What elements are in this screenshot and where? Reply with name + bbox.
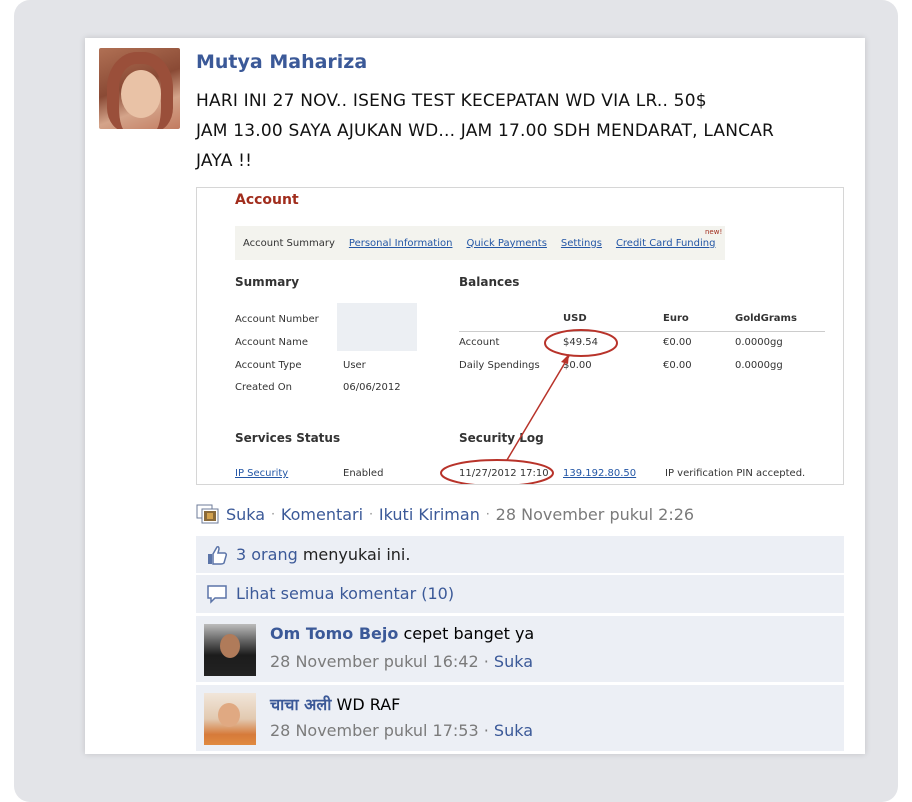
comment-timestamp[interactable]: 28 November pukul 17:53	[270, 721, 479, 740]
post-text-line: JAM 13.00 SAYA AJUKAN WD... JAM 17.00 SD…	[196, 121, 775, 141]
like-link[interactable]: Suka	[226, 505, 265, 524]
post-timestamp[interactable]: 28 November pukul 2:26	[496, 505, 694, 524]
comment-link[interactable]: Komentari	[281, 505, 363, 524]
outer-frame: Mutya Mahariza HARI INI 27 NOV.. ISENG T…	[14, 0, 898, 802]
comment-item: Om Tomo Bejo cepet banget ya 28 November…	[196, 616, 844, 682]
comment-timestamp[interactable]: 28 November pukul 16:42	[270, 652, 479, 671]
separator-dot: ·	[271, 507, 275, 521]
likes-summary: 3 orang menyukai ini.	[236, 545, 410, 564]
separator-dot: ·	[483, 652, 489, 671]
likes-suffix: menyukai ini.	[297, 545, 411, 564]
commenter-avatar[interactable]	[204, 624, 256, 676]
attached-screenshot[interactable]: Account Account Summary Personal Informa…	[196, 187, 844, 485]
view-all-comments-link[interactable]: Lihat semua komentar (10)	[236, 584, 454, 603]
comment-text: cepet banget ya	[398, 624, 535, 643]
separator-dot: ·	[483, 721, 489, 740]
highlight-annotations	[440, 329, 618, 484]
avatar-face	[218, 703, 240, 727]
commenter-avatar[interactable]	[204, 693, 256, 745]
post-text-line: HARI INI 27 NOV.. ISENG TEST KECEPATAN W…	[196, 91, 707, 111]
comment-meta: 28 November pukul 16:42 · Suka	[270, 652, 533, 671]
comment-text: WD RAF	[331, 695, 401, 714]
highlight-circle-balance	[544, 329, 618, 357]
highlight-circle-date	[440, 459, 554, 484]
commenter-name[interactable]: चाचा अली	[270, 695, 331, 714]
avatar-face	[220, 634, 240, 658]
view-comments-row: Lihat semua komentar (10)	[196, 575, 844, 613]
post-text-line: JAYA !!	[196, 151, 253, 171]
comment-body: चाचा अली WD RAF	[270, 693, 400, 715]
separator-dot: ·	[485, 507, 490, 521]
comment-item: चाचा अली WD RAF 28 November pukul 17:53 …	[196, 685, 844, 751]
avatar-face	[121, 70, 161, 118]
post-text: HARI INI 27 NOV.. ISENG TEST KECEPATAN W…	[196, 86, 846, 176]
highlight-arrow	[506, 355, 570, 461]
comment-meta: 28 November pukul 17:53 · Suka	[270, 721, 533, 740]
likes-row: 3 orang menyukai ini.	[196, 536, 844, 573]
separator-dot: ·	[369, 507, 373, 521]
comment-bubble-icon	[206, 583, 228, 605]
post-actions: Suka · Komentari · Ikuti Kiriman · 28 No…	[196, 504, 694, 524]
post-card: Mutya Mahariza HARI INI 27 NOV.. ISENG T…	[85, 38, 865, 754]
comment-like-link[interactable]: Suka	[494, 721, 533, 740]
follow-post-link[interactable]: Ikuti Kiriman	[379, 505, 480, 524]
thumbs-up-icon	[206, 544, 228, 566]
author-name[interactable]: Mutya Mahariza	[196, 51, 367, 73]
author-avatar[interactable]	[99, 48, 180, 129]
photo-post-icon	[196, 504, 220, 524]
comment-body: Om Tomo Bejo cepet banget ya	[270, 624, 534, 643]
comment-like-link[interactable]: Suka	[494, 652, 533, 671]
likers-link[interactable]: 3 orang	[236, 545, 298, 564]
commenter-name[interactable]: Om Tomo Bejo	[270, 624, 398, 643]
